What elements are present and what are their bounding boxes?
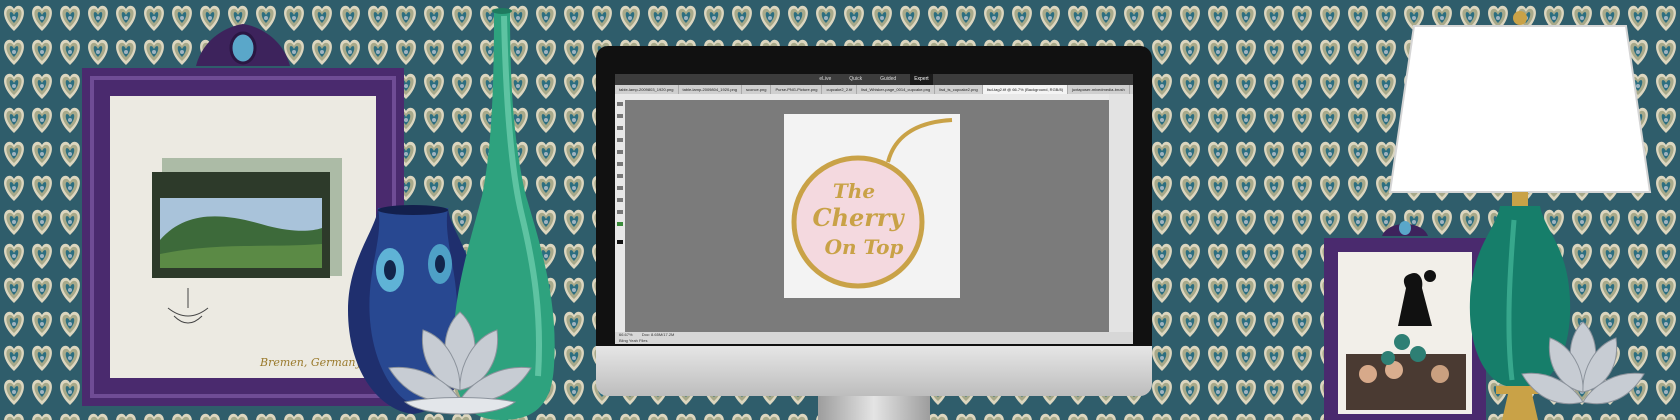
doc-tab[interactable]: cupcake2_2.tif <box>822 85 858 94</box>
lotus-candle-holder <box>388 311 532 415</box>
doc-tab[interactable]: table-lamp-2009804_1920.png <box>679 85 742 94</box>
panels-bin <box>1109 94 1133 332</box>
doc-tab[interactable]: sconce.png <box>742 85 772 94</box>
doc-tab[interactable]: lisd_Whisker-page_0014_cupcake.png <box>857 85 936 94</box>
canvas-area[interactable]: The Cherry On Top <box>625 100 1109 332</box>
type-tool-icon[interactable] <box>617 210 623 214</box>
logo-line-2: Cherry <box>812 203 905 232</box>
status-bar: 66.67% Doc: 8.65M/17.2M Bling Yeah Files <box>615 332 1133 344</box>
footer-label: Bling Yeah Files <box>619 338 648 343</box>
foreground-color-swatch[interactable] <box>617 240 623 244</box>
doc-tab[interactable]: juxtaposer-mixedmedia-brush <box>1068 85 1130 94</box>
monitor-chin <box>596 346 1152 396</box>
cherry-on-top-logo: The Cherry On Top <box>791 118 953 289</box>
selection-tool-icon[interactable] <box>617 150 623 154</box>
crop-tool-icon[interactable] <box>617 222 623 226</box>
mode-quick[interactable]: Quick <box>845 74 866 85</box>
tools-panel <box>615 94 625 332</box>
photo-editor-window: eLive Quick Guided Expert table-lamp-200… <box>615 74 1133 344</box>
desktop-monitor: eLive Quick Guided Expert table-lamp-200… <box>596 46 1152 420</box>
doc-tab-active[interactable]: lisd-tag2.tif @ 66.7% (Background, RGB/8… <box>982 85 1069 94</box>
mode-guided[interactable]: Guided <box>876 74 900 85</box>
logo-line-1: The <box>833 179 875 203</box>
logo-line-3: On Top <box>825 235 904 259</box>
eraser-tool-icon[interactable] <box>617 186 623 190</box>
paint-bucket-tool-icon[interactable] <box>617 198 623 202</box>
eyedropper-tool-icon[interactable] <box>617 138 623 142</box>
mode-switcher: eLive Quick Guided Expert <box>615 74 1133 85</box>
mode-expert[interactable]: Expert <box>910 74 933 85</box>
monitor-stand <box>818 396 930 420</box>
doc-tab[interactable]: table-lamp-2009803_1920.png <box>615 85 679 94</box>
brush-tool-icon[interactable] <box>617 174 623 178</box>
document-tabs: table-lamp-2009803_1920.png table-lamp-2… <box>615 85 1133 94</box>
mode-elive[interactable]: eLive <box>815 74 835 85</box>
doc-tab[interactable]: lisd_ts_cupcake2.png <box>935 85 983 94</box>
doc-tab[interactable]: Purse-PNG-Picture.png <box>771 85 823 94</box>
zoom-tool-icon[interactable] <box>617 114 623 118</box>
lotus-candle-holder-right <box>1521 321 1645 405</box>
document-canvas[interactable]: The Cherry On Top <box>784 114 960 298</box>
doc-size-readout: Doc: 8.65M/17.2M <box>641 332 675 337</box>
lasso-tool-icon[interactable] <box>617 162 623 166</box>
move-tool-icon[interactable] <box>617 102 623 106</box>
zoom-readout[interactable]: 66.67% <box>619 332 633 337</box>
hand-tool-icon[interactable] <box>617 126 623 130</box>
